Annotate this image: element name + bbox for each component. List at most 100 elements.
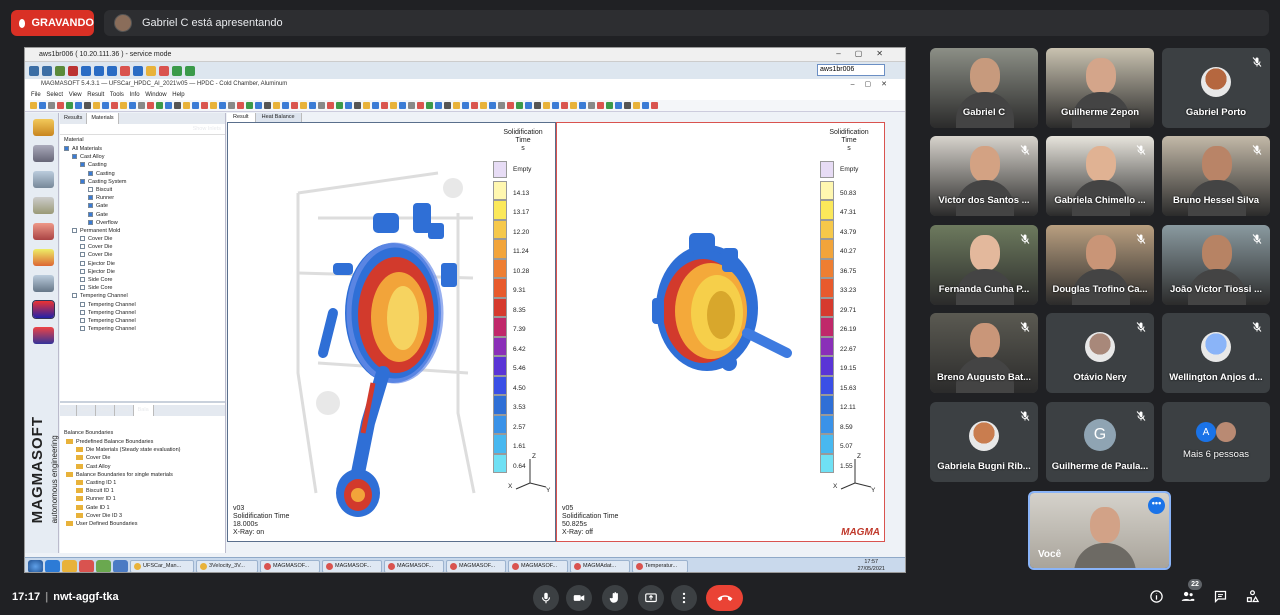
tree-checkbox[interactable] (88, 219, 93, 225)
tree-node[interactable]: Cover Die (60, 235, 225, 243)
toolbar-tool-icon[interactable] (273, 102, 280, 109)
tree-checkbox[interactable] (80, 236, 85, 242)
toolbar-tool-icon[interactable] (39, 102, 46, 109)
tree-node[interactable]: Casting System (60, 178, 225, 186)
toolbar-tool-icon[interactable] (615, 102, 622, 109)
app-pin-icon[interactable] (113, 559, 128, 572)
toolbar-tool-icon[interactable] (516, 102, 523, 109)
chat-button[interactable] (1211, 587, 1229, 605)
toolbar-tool-icon[interactable] (390, 102, 397, 109)
rd-tool-icon[interactable] (107, 65, 117, 76)
toolbar-tool-icon[interactable] (552, 102, 559, 109)
remote-host-field[interactable]: aws1br006 (817, 64, 885, 76)
start-button-icon[interactable] (28, 559, 43, 572)
toolbar-tool-icon[interactable] (336, 102, 343, 109)
taskbar-item[interactable]: MAGMASOF... (322, 559, 382, 572)
tree-node[interactable]: Side Core (60, 276, 225, 284)
solver-icon[interactable] (33, 249, 54, 266)
toolbar-tool-icon[interactable] (165, 102, 172, 109)
rd-tool-icon[interactable] (68, 65, 78, 76)
process-icon[interactable] (33, 197, 54, 214)
toolbar-tool-icon[interactable] (498, 102, 505, 109)
toolbar-tool-icon[interactable] (363, 102, 370, 109)
tree-node[interactable]: Overflow (60, 219, 225, 227)
toolbar-tool-icon[interactable] (462, 102, 469, 109)
tree-checkbox[interactable] (80, 277, 85, 283)
activities-button[interactable] (1243, 587, 1261, 605)
toolbar-tool-icon[interactable] (624, 102, 631, 109)
participant-tile[interactable]: Gabriel Porto (1162, 48, 1270, 128)
tree-node[interactable]: Tempering Channel (60, 309, 225, 317)
toolbar-tool-icon[interactable] (300, 102, 307, 109)
toolbar-tool-icon[interactable] (111, 102, 118, 109)
tab-materials[interactable]: Materials (87, 113, 119, 124)
toolbar-tool-icon[interactable] (219, 102, 226, 109)
toolbar-tool-icon[interactable] (309, 102, 316, 109)
panel-divider[interactable] (60, 401, 225, 403)
toolbar-tool-icon[interactable] (174, 102, 181, 109)
toolbar-tool-icon[interactable] (606, 102, 613, 109)
tree-node[interactable]: Tempering Channel (60, 317, 225, 325)
toolbar-tool-icon[interactable] (255, 102, 262, 109)
toolbar-tool-icon[interactable] (210, 102, 217, 109)
rd-tool-icon[interactable] (120, 65, 130, 76)
balance-node[interactable]: Predefined Balance Boundaries (60, 438, 225, 446)
taskbar-item[interactable]: MAGMASOF... (384, 559, 444, 572)
tree-checkbox[interactable] (88, 186, 93, 192)
tree-checkbox[interactable] (80, 162, 85, 168)
tree-checkbox[interactable] (80, 285, 85, 291)
menu-info[interactable]: Info (130, 92, 140, 98)
toolbar-tool-icon[interactable] (597, 102, 604, 109)
rd-tool-icon[interactable] (94, 65, 104, 76)
rd-tool-icon[interactable] (133, 65, 143, 76)
tab-heat-balance[interactable]: Heat Balance (255, 113, 302, 122)
toolbar-tool-icon[interactable] (201, 102, 208, 109)
recording-badge[interactable]: GRAVANDO (11, 10, 94, 36)
toolbar-tool-icon[interactable] (543, 102, 550, 109)
toolbar-tool-icon[interactable] (75, 102, 82, 109)
results-icon[interactable] (32, 300, 55, 319)
tree-node[interactable]: Gate (60, 211, 225, 219)
explorer-icon[interactable] (62, 559, 77, 572)
tab-ani[interactable]: Ani (60, 405, 77, 416)
rd-tool-icon[interactable] (185, 65, 195, 76)
viewport-left[interactable]: Solidification Time s Empty 14.13 13.17 12.… (227, 122, 556, 542)
tree-node[interactable]: Permanent Mold (60, 227, 225, 235)
toolbar-tool-icon[interactable] (48, 102, 55, 109)
toolbar-tool-icon[interactable] (318, 102, 325, 109)
toolbar-tool-icon[interactable] (57, 102, 64, 109)
tree-node[interactable]: Tempering Channel (60, 325, 225, 333)
toolbar-tool-icon[interactable] (183, 102, 190, 109)
toolbar-tool-icon[interactable] (345, 102, 352, 109)
microphone-button[interactable] (533, 585, 559, 611)
menu-view[interactable]: View (69, 92, 82, 98)
tree-checkbox[interactable] (80, 317, 85, 323)
taskbar-item[interactable]: MAGMAdat... (570, 559, 630, 572)
viewport-right[interactable]: Solidification Time s Empty 50.83 47.31 43.… (556, 122, 885, 542)
meeting-details-button[interactable] (1147, 587, 1165, 605)
toolbar-tool-icon[interactable] (525, 102, 532, 109)
balance-node[interactable]: Cast Alloy (60, 463, 225, 471)
menu-file[interactable]: File (31, 92, 41, 98)
tree-node[interactable]: Ejector Die (60, 260, 225, 268)
toolbar-tool-icon[interactable] (489, 102, 496, 109)
tree-node[interactable]: Ejector Die (60, 268, 225, 276)
rd-tool-icon[interactable] (81, 65, 91, 76)
taskbar-item[interactable]: Temperatur... (632, 559, 688, 572)
toolbar-tool-icon[interactable] (372, 102, 379, 109)
evaluation-icon[interactable] (33, 327, 54, 344)
menu-window[interactable]: Window (145, 92, 166, 98)
tree-node[interactable]: Biscuit (60, 186, 225, 194)
rd-tool-icon[interactable] (159, 65, 169, 76)
system-clock[interactable]: 17:57 27/05/2021 (857, 559, 885, 572)
toolbar-tool-icon[interactable] (399, 102, 406, 109)
toolbar-tool-icon[interactable] (426, 102, 433, 109)
tree-node[interactable]: Runner (60, 194, 225, 202)
tree-checkbox[interactable] (80, 252, 85, 258)
present-button[interactable] (638, 585, 664, 611)
app-window-controls[interactable]: –▢✕ (851, 79, 897, 90)
taskbar-item[interactable]: MAGMASOF... (446, 559, 506, 572)
toolbar-tool-icon[interactable] (408, 102, 415, 109)
balance-node[interactable]: Balance Boundaries for single materials (60, 471, 225, 479)
tree-checkbox[interactable] (88, 211, 93, 217)
